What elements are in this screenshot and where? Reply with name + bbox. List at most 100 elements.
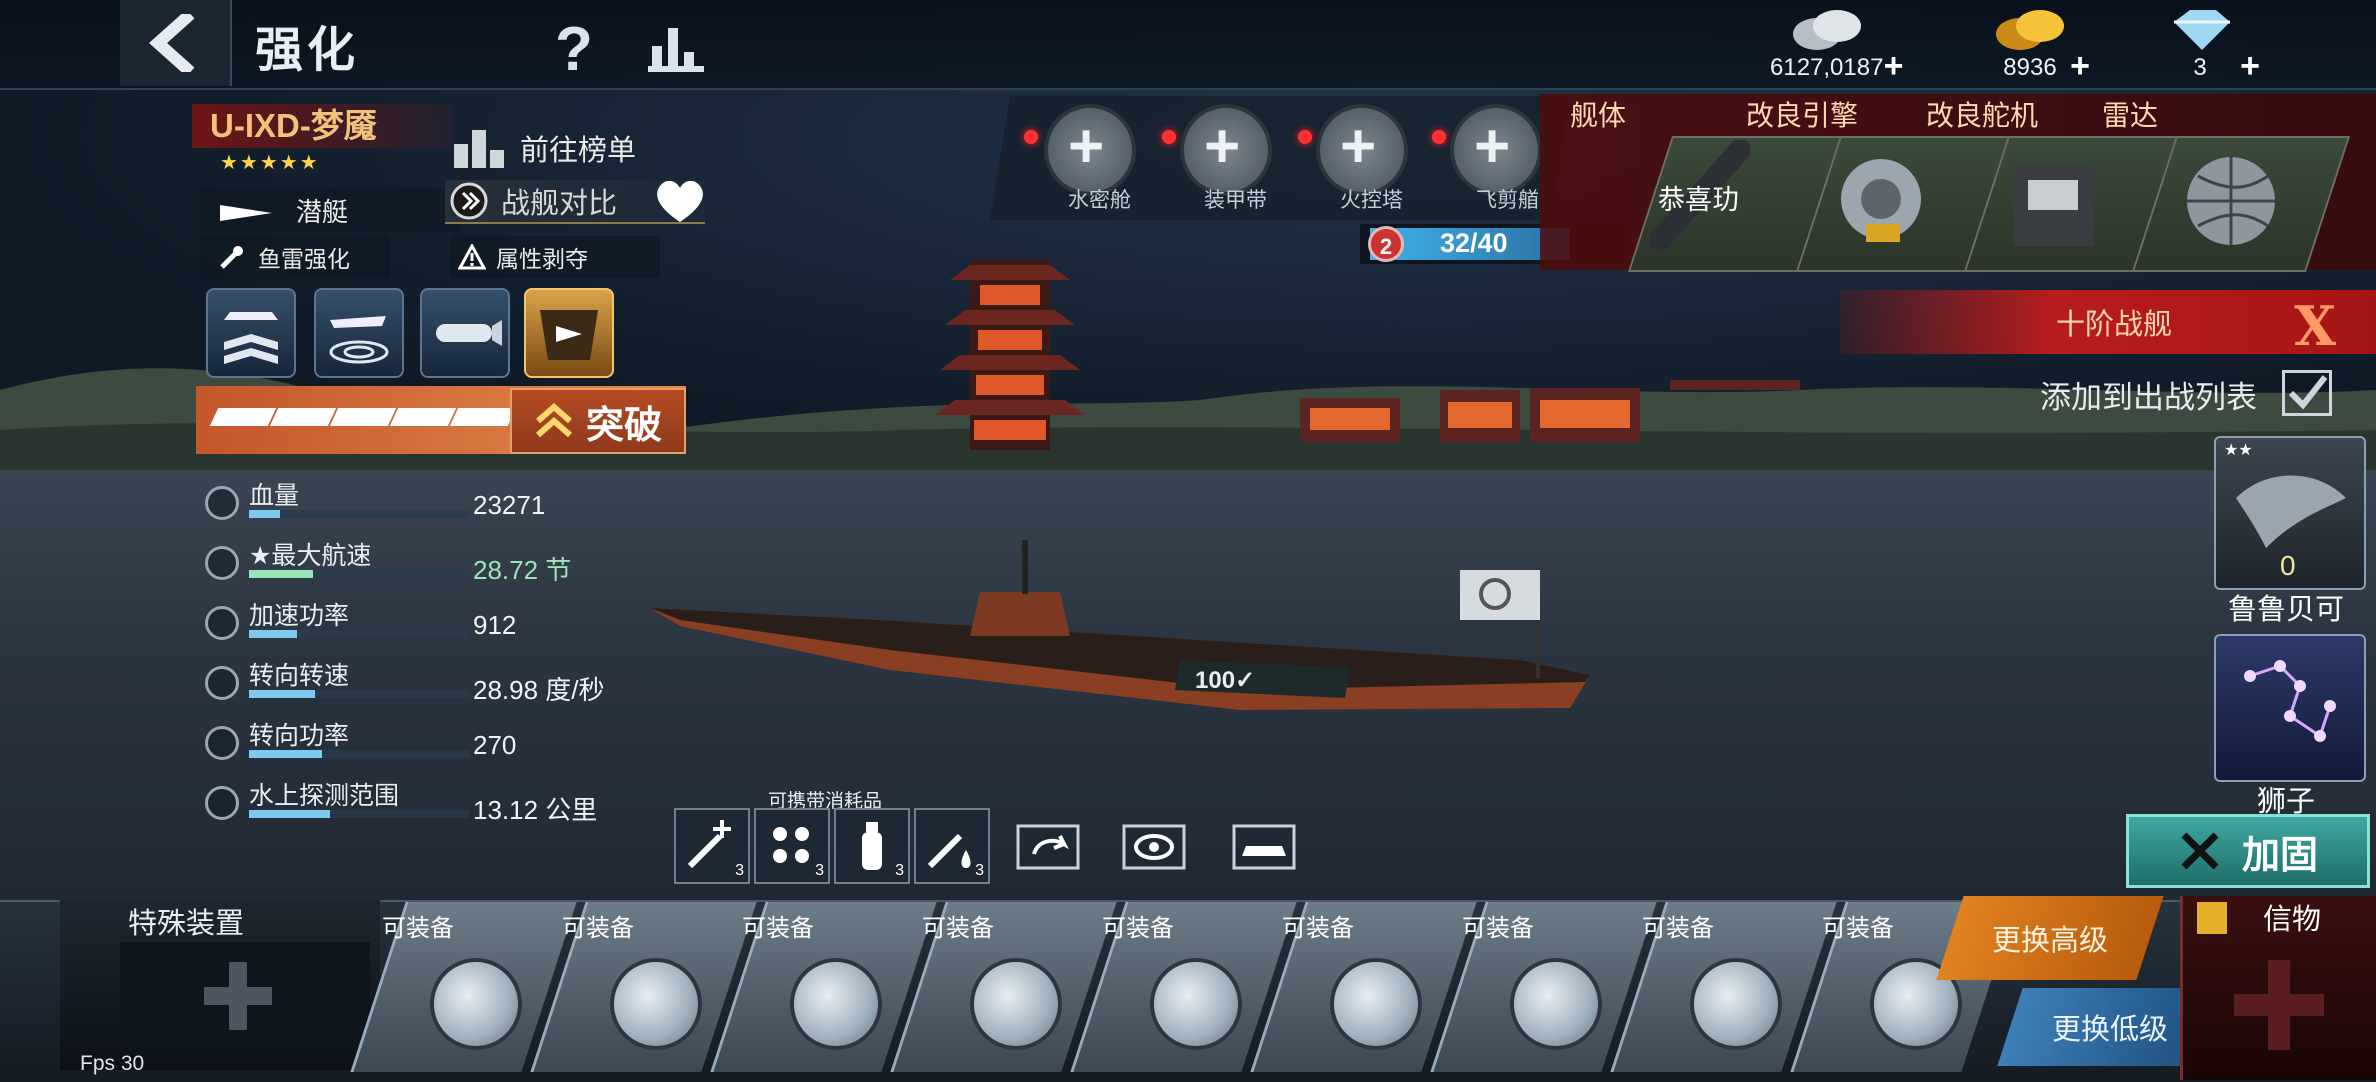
module-label: 装甲带 xyxy=(1204,189,1267,212)
silver-coins-icon xyxy=(1792,10,1861,50)
module-label: 火控塔 xyxy=(1340,189,1403,212)
tab-engine[interactable]: 改良引擎 xyxy=(1732,94,1858,134)
torpedo-icon xyxy=(436,320,502,346)
empty-slot-disc-icon xyxy=(970,958,1062,1050)
skill-submarine-rank[interactable] xyxy=(206,288,296,378)
reinforce-button[interactable]: 加固 xyxy=(2126,814,2370,888)
tools-icon xyxy=(2181,832,2219,870)
add-diamond-icon[interactable]: + xyxy=(2240,47,2260,86)
add-gold-icon[interactable]: + xyxy=(2070,47,2090,86)
empty-slot-disc-icon xyxy=(1150,958,1242,1050)
gold-currency[interactable]: 8936 + xyxy=(1990,4,2090,85)
leaderboard-link[interactable]: 前往榜单 xyxy=(452,126,636,170)
stat-row: 血量 23271 xyxy=(205,476,625,532)
stat-name: 转向转速 xyxy=(249,662,350,690)
module-slot-fire-control[interactable]: + xyxy=(1316,104,1408,196)
submarine-model: 100✓ xyxy=(650,540,1590,710)
stat-bar-fill xyxy=(249,630,298,638)
help-button[interactable]: ? xyxy=(555,14,593,85)
shore-houses xyxy=(1300,380,1800,442)
skill-submarine-sonar[interactable] xyxy=(314,288,404,378)
equip-slot-label: 可装备 xyxy=(742,915,814,942)
diamond-icon xyxy=(2174,10,2230,50)
stat-row: 转向转速 28.98 度/秒 xyxy=(205,656,625,712)
back-button[interactable] xyxy=(120,0,232,86)
breakthrough-label: 突破 xyxy=(585,404,662,447)
module-label: 飞剪艏 xyxy=(1476,189,1539,212)
module-alert-dot xyxy=(1432,130,1446,144)
equip-slot-label: 可装备 xyxy=(1282,915,1354,942)
stat-name: 加速功率 xyxy=(249,602,350,630)
consumable-slot[interactable]: 3 xyxy=(914,808,990,884)
stat-bar xyxy=(249,690,469,698)
module-slot-watertight[interactable]: + xyxy=(1044,104,1136,196)
special-device-slot[interactable] xyxy=(120,942,370,1050)
breakthrough-segment xyxy=(269,408,337,426)
stat-bar xyxy=(249,570,469,578)
silver-currency[interactable]: 6127,0187 + xyxy=(1770,4,1903,85)
module-alert-dot xyxy=(1298,130,1312,144)
torpedo-enhance: 鱼雷强化 xyxy=(200,236,390,278)
tier-label: 十阶战舰 xyxy=(2056,309,2173,341)
stat-hex-icon xyxy=(205,606,239,640)
stat-bar xyxy=(249,630,469,638)
consumable-slot[interactable]: 3 xyxy=(834,808,910,884)
dolphin-stars: ★★ xyxy=(2224,442,2253,459)
stat-bar-fill xyxy=(249,570,313,578)
hull-number: 100✓ xyxy=(1195,667,1255,694)
diamond-amount: 3 xyxy=(2193,54,2207,81)
add-silver-icon[interactable]: + xyxy=(1884,47,1904,86)
add-module-icon: + xyxy=(1474,112,1511,181)
ship-swap-icon[interactable] xyxy=(1230,818,1298,874)
ship-rotate-icon[interactable] xyxy=(1014,818,1082,874)
breakthrough-segment xyxy=(449,408,517,426)
consumable-count: 3 xyxy=(895,862,904,879)
leaderboard-chart-icon[interactable] xyxy=(648,24,704,72)
leo-constellation-card[interactable] xyxy=(2214,634,2366,782)
submarine-rank-icon xyxy=(224,312,278,364)
tab-radar[interactable]: 雷达 xyxy=(2088,94,2158,134)
skill-special[interactable] xyxy=(524,288,614,378)
sortie-checkbox[interactable] xyxy=(2282,370,2332,416)
stat-value: 912 xyxy=(473,610,517,640)
silver-amount: 6127,0187 xyxy=(1770,54,1884,81)
dolphin-icon xyxy=(2236,475,2346,548)
module-slot-clipper-bow[interactable]: + xyxy=(1450,104,1542,196)
add-module-icon: + xyxy=(1340,112,1377,181)
submarine-type-icon xyxy=(220,205,272,221)
podium-icon xyxy=(454,130,504,168)
tab-hull[interactable]: 舰体 xyxy=(1556,94,1626,134)
upgrade-high-button[interactable]: 更换高级 xyxy=(1936,896,2164,980)
consumable-slot[interactable]: 3 xyxy=(754,808,830,884)
stat-row: 转向功率 270 xyxy=(205,716,625,772)
view-eye-icon[interactable] xyxy=(1120,818,1188,874)
submarine-sonar-icon xyxy=(329,316,389,364)
favorite-heart-icon[interactable] xyxy=(652,176,708,226)
token-panel[interactable]: 信物 xyxy=(2180,896,2376,1080)
empty-slot-disc-icon xyxy=(790,958,882,1050)
tier-mark: X xyxy=(2294,294,2336,358)
equip-slot-label: 可装备 xyxy=(1462,915,1534,942)
compare-arrow-icon xyxy=(450,182,488,220)
torpedo-enhance-label: 鱼雷强化 xyxy=(258,246,350,272)
back-arrow-icon xyxy=(148,14,195,72)
stat-value: 270 xyxy=(473,730,517,760)
attribute-strip-label: 属性剥夺 xyxy=(496,246,588,272)
dolphin-card[interactable]: ★★ 0 xyxy=(2214,436,2366,590)
module-slot-armor[interactable]: + xyxy=(1180,104,1272,196)
add-device-icon xyxy=(204,962,272,1030)
consumable-slot[interactable]: 3 xyxy=(674,808,750,884)
stat-hex-icon xyxy=(205,546,239,580)
tab-rudder[interactable]: 改良舵机 xyxy=(1912,94,2038,134)
page-title: 强化 xyxy=(255,24,360,77)
diamond-currency[interactable]: 3 + xyxy=(2160,4,2260,85)
dolphin-count: 0 xyxy=(2280,550,2296,581)
ship-stars: ★★★★★ xyxy=(220,152,320,174)
empty-slot-disc-icon xyxy=(430,958,522,1050)
module-label: 水密舱 xyxy=(1068,189,1131,212)
skill-torpedo[interactable] xyxy=(420,288,510,378)
stat-bar-fill xyxy=(249,810,331,818)
scroll-icon xyxy=(2197,902,2227,934)
breakthrough-button[interactable]: 突破 xyxy=(510,388,686,454)
equip-slot-label: 可装备 xyxy=(562,915,634,942)
